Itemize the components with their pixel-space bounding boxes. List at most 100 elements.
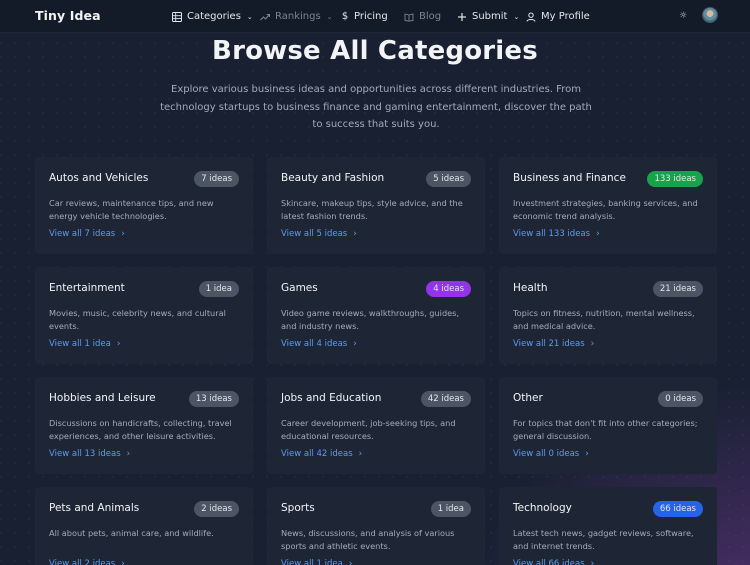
view-all-link[interactable]: View all 5 ideas ›: [281, 229, 357, 239]
idea-count-badge: 13 ideas: [188, 391, 239, 407]
category-title[interactable]: Sports: [281, 502, 315, 514]
view-all-label: View all 21 ideas: [513, 339, 585, 349]
category-title[interactable]: Entertainment: [49, 282, 125, 294]
category-description: Car reviews, maintenance tips, and new e…: [49, 198, 214, 221]
chevron-right-icon: ›: [590, 339, 595, 349]
category-description: For topics that don't fit into other cat…: [513, 418, 698, 441]
category-card[interactable]: Health 21 ideas Topics on fitness, nutriti…: [499, 267, 717, 364]
nav-categories[interactable]: Categories ⌄: [172, 9, 253, 24]
idea-count-badge: 1 idea: [198, 281, 239, 297]
dollar-icon: $: [341, 11, 349, 22]
view-all-label: View all 133 ideas: [513, 229, 591, 239]
trending-icon: [260, 12, 270, 22]
category-description: Discussions on handicrafts, collecting, …: [49, 418, 232, 441]
nav-pricing[interactable]: $ Pricing: [341, 9, 388, 24]
top-navbar: Tiny Idea Categories ⌄ Rankings ⌄ $ Pric…: [0, 0, 750, 33]
category-card[interactable]: Autos and Vehicles 7 ideas Car reviews, ma…: [35, 157, 253, 254]
view-all-label: View all 4 ideas: [281, 339, 348, 349]
chevron-right-icon: ›: [596, 229, 600, 239]
nav-categories-label: Categories: [187, 11, 241, 22]
view-all-label: View all 5 ideas: [281, 229, 348, 239]
nav-my-profile-label: My Profile: [541, 11, 590, 22]
category-title[interactable]: Games: [281, 282, 318, 294]
view-all-link[interactable]: View all 133 ideas ›: [513, 229, 600, 239]
chevron-right-icon: ›: [353, 229, 357, 239]
view-all-label: View all 1 idea: [49, 339, 111, 349]
category-card[interactable]: Business and Finance 133 ideas Investment …: [499, 157, 717, 254]
view-all-link[interactable]: View all 21 ideas ›: [513, 339, 594, 349]
view-all-link[interactable]: View all 1 idea ›: [49, 339, 120, 349]
brand-logo[interactable]: Tiny Idea: [35, 8, 101, 23]
chevron-right-icon: ›: [121, 559, 125, 565]
view-all-link[interactable]: View all 66 ideas ›: [513, 559, 594, 565]
category-card[interactable]: Sports 1 idea News, discussions, and analy…: [267, 487, 485, 565]
nav-rankings-label: Rankings: [275, 11, 321, 22]
category-card[interactable]: Pets and Animals 2 ideas All about pets, a…: [35, 487, 253, 565]
category-title[interactable]: Health: [513, 282, 547, 294]
view-all-link[interactable]: View all 0 ideas ›: [513, 449, 589, 459]
nav-blog[interactable]: Blog: [404, 9, 441, 24]
nav-my-profile[interactable]: My Profile: [526, 9, 590, 24]
view-all-label: View all 42 ideas: [281, 449, 353, 459]
view-all-link[interactable]: View all 7 ideas ›: [49, 229, 125, 239]
category-title[interactable]: Technology: [513, 502, 572, 514]
view-all-label: View all 1 idea: [281, 559, 343, 565]
book-icon: [404, 12, 414, 22]
nav-submit-label: Submit: [472, 11, 508, 22]
view-all-link[interactable]: View all 2 ideas ›: [49, 559, 125, 565]
category-description: News, discussions, and analysis of vario…: [281, 528, 455, 551]
category-card[interactable]: Games 4 ideas Video game reviews, walkthro…: [267, 267, 485, 364]
idea-count-badge: 1 idea: [430, 501, 471, 517]
plus-icon: [457, 12, 467, 22]
idea-count-badge: 21 ideas: [652, 281, 703, 297]
theme-toggle-sun-icon[interactable]: ☼: [678, 11, 688, 21]
idea-count-badge: 4 ideas: [426, 281, 471, 297]
nav-rankings[interactable]: Rankings ⌄: [260, 9, 333, 24]
view-all-label: View all 13 ideas: [49, 449, 121, 459]
chevron-right-icon: ›: [353, 339, 357, 349]
category-description: Topics on fitness, nutrition, mental wel…: [513, 308, 695, 331]
view-all-link[interactable]: View all 13 ideas ›: [49, 449, 130, 459]
user-avatar[interactable]: [702, 7, 718, 23]
page-title: Browse All Categories: [212, 36, 538, 66]
view-all-label: View all 7 ideas: [49, 229, 116, 239]
category-title[interactable]: Jobs and Education: [281, 392, 381, 404]
category-title[interactable]: Pets and Animals: [49, 502, 139, 514]
category-card[interactable]: Hobbies and Leisure 13 ideas Discussions o…: [35, 377, 253, 474]
nav-blog-label: Blog: [419, 11, 442, 22]
category-card[interactable]: Technology 66 ideas Latest tech news, gadg…: [499, 487, 717, 565]
chevron-right-icon: ›: [348, 559, 353, 565]
nav-submit[interactable]: Submit ⌄: [457, 9, 519, 24]
idea-count-badge: 0 ideas: [658, 391, 703, 407]
chevron-right-icon: ›: [585, 449, 589, 459]
chevron-right-icon: ›: [116, 339, 121, 349]
idea-count-badge: 2 ideas: [194, 501, 239, 517]
category-description: All about pets, animal care, and wildlif…: [49, 528, 214, 538]
category-description: Skincare, makeup tips, style advice, and…: [281, 198, 463, 221]
view-all-label: View all 0 ideas: [513, 449, 580, 459]
page-subtitle: Explore various business ideas and oppor…: [160, 84, 592, 130]
chevron-down-icon: ⌄: [326, 12, 333, 21]
view-all-link[interactable]: View all 4 ideas ›: [281, 339, 357, 349]
chevron-right-icon: ›: [358, 449, 363, 459]
grid-icon: [172, 11, 182, 22]
category-title[interactable]: Autos and Vehicles: [49, 172, 148, 184]
category-card[interactable]: Beauty and Fashion 5 ideas Skincare, makeu…: [267, 157, 485, 254]
view-all-label: View all 2 ideas: [49, 559, 116, 565]
category-grid: Autos and Vehicles 7 ideas Car reviews, ma…: [35, 157, 718, 565]
chevron-down-icon: ⌄: [513, 12, 520, 21]
category-description: Career development, job-seeking tips, an…: [281, 418, 456, 441]
chevron-right-icon: ›: [126, 449, 131, 459]
category-card[interactable]: Entertainment 1 idea Movies, music, celebr…: [35, 267, 253, 364]
category-title[interactable]: Hobbies and Leisure: [49, 392, 156, 404]
category-description: Investment strategies, banking services,…: [513, 198, 698, 221]
category-card[interactable]: Other 0 ideas For topics that don't fit in…: [499, 377, 717, 474]
nav-pricing-label: Pricing: [354, 11, 388, 22]
view-all-link[interactable]: View all 1 idea ›: [281, 559, 352, 565]
category-description: Video game reviews, walkthroughs, guides…: [281, 308, 460, 331]
view-all-link[interactable]: View all 42 ideas ›: [281, 449, 362, 459]
category-title[interactable]: Other: [513, 392, 543, 404]
category-title[interactable]: Business and Finance: [513, 172, 626, 184]
category-title[interactable]: Beauty and Fashion: [281, 172, 384, 184]
category-card[interactable]: Jobs and Education 42 ideas Career develop…: [267, 377, 485, 474]
